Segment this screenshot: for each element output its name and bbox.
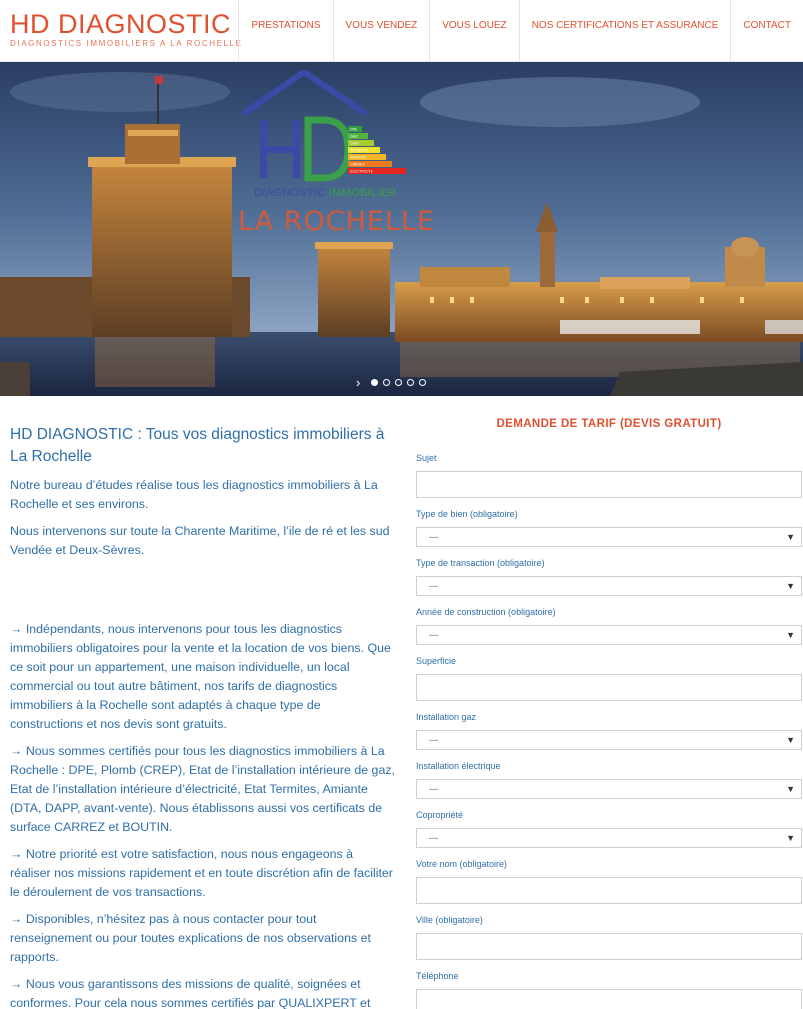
field-label: Année de construction (obligatoire) bbox=[416, 607, 556, 617]
site-header: HD DIAGNOSTIC DIAGNOSTICS IMMOBILIERS A … bbox=[0, 0, 803, 62]
nav-item-vous-louez[interactable]: VOUS LOUEZ bbox=[429, 0, 518, 62]
nav-item-prestations[interactable]: PRESTATIONS bbox=[238, 0, 332, 62]
slider-dot[interactable] bbox=[395, 379, 403, 386]
field-type-bien: Type de bien (obligatoire) --- ▼ bbox=[416, 509, 802, 558]
select-value: --- bbox=[429, 833, 438, 843]
chevron-down-icon: ▼ bbox=[786, 532, 795, 542]
field-label: Copropriété bbox=[416, 810, 464, 820]
slider-next-icon[interactable]: › bbox=[356, 375, 360, 390]
page-heading: HD DIAGNOSTIC : Tous vos diagnostics imm… bbox=[10, 426, 385, 465]
field-label: Votre nom (obligatoire) bbox=[416, 859, 508, 869]
brand-title: HD DIAGNOSTIC bbox=[10, 9, 232, 39]
field-label: Type de transaction (obligatoire) bbox=[416, 558, 545, 568]
superficie-input[interactable] bbox=[416, 674, 802, 701]
field-installation-gaz: Installation gaz --- ▼ bbox=[416, 712, 802, 761]
field-label: Sujet bbox=[416, 453, 437, 463]
field-label: Installation électrique bbox=[416, 761, 501, 771]
field-label: Type de bien (obligatoire) bbox=[416, 509, 518, 519]
field-superficie: Superficie bbox=[416, 656, 802, 712]
slider-dot[interactable] bbox=[419, 379, 427, 386]
energy-label: AMIANTE bbox=[350, 156, 367, 160]
house-logo-icon: DPE GAZ CREP TERMITES AMIANTE CARREZ ELECTRICI… bbox=[241, 70, 406, 182]
form-title: DEMANDE DE TARIF (DEVIS GRATUIT) bbox=[496, 418, 722, 430]
hd-diagnostic-logo: DPE GAZ CREP TERMITES AMIANTE CARREZ ELECTRICI… bbox=[238, 70, 434, 240]
field-telephone: Téléphone bbox=[416, 971, 802, 1009]
logo-diag-word: DIAGNOSTIC bbox=[254, 187, 326, 199]
type-transaction-select[interactable]: --- ▼ bbox=[416, 576, 802, 596]
sujet-input[interactable] bbox=[416, 471, 802, 498]
tower-chaine bbox=[318, 242, 390, 337]
feature-paragraph: → Disponibles, n’hésitez pas à nous cont… bbox=[10, 912, 371, 964]
select-value: --- bbox=[429, 784, 438, 794]
logo-diagnostic-text: DIAGNOSTIC IMMOBILIER bbox=[254, 187, 397, 199]
installation-electrique-select[interactable]: --- ▼ bbox=[416, 779, 802, 799]
main-nav: PRESTATIONS VOUS VENDEZ VOUS LOUEZ NOS C… bbox=[238, 0, 803, 62]
nav-item-certifications[interactable]: NOS CERTIFICATIONS ET ASSURANCE bbox=[518, 0, 731, 62]
field-installation-electrique: Installation électrique --- ▼ bbox=[416, 761, 802, 810]
feature-paragraph: → Nous sommes certifiés pour tous les di… bbox=[10, 744, 395, 834]
type-bien-select[interactable]: --- ▼ bbox=[416, 527, 802, 547]
ville-input[interactable] bbox=[416, 933, 802, 960]
tower-saint-nicolas bbox=[92, 157, 232, 337]
telephone-input[interactable] bbox=[416, 989, 802, 1009]
energy-label: CARREZ bbox=[350, 163, 365, 167]
chevron-down-icon: ▼ bbox=[786, 735, 795, 745]
energy-label: ELECTRICITE bbox=[350, 170, 374, 174]
nav-item-vous-vendez[interactable]: VOUS VENDEZ bbox=[332, 0, 430, 62]
annee-construction-select[interactable]: --- ▼ bbox=[416, 625, 802, 645]
select-value: --- bbox=[429, 735, 438, 745]
chevron-down-icon: ▼ bbox=[786, 630, 795, 640]
field-label: Ville (obligatoire) bbox=[416, 915, 483, 925]
copropriete-select[interactable]: --- ▼ bbox=[416, 828, 802, 848]
field-type-transaction: Type de transaction (obligatoire) --- ▼ bbox=[416, 558, 802, 607]
energy-label: TERMITES bbox=[349, 149, 369, 153]
select-value: --- bbox=[429, 630, 438, 640]
chevron-down-icon: ▼ bbox=[786, 581, 795, 591]
slider-dot[interactable] bbox=[371, 379, 379, 386]
brand-logo[interactable]: HD DIAGNOSTIC DIAGNOSTICS IMMOBILIERS A … bbox=[10, 10, 243, 48]
select-value: --- bbox=[429, 581, 438, 591]
nav-item-contact[interactable]: CONTACT bbox=[730, 0, 803, 62]
chevron-down-icon: ▼ bbox=[786, 784, 795, 794]
intro-content: HD DIAGNOSTIC : Tous vos diagnostics imm… bbox=[10, 424, 395, 1009]
field-label: Téléphone bbox=[416, 971, 459, 981]
field-label: Superficie bbox=[416, 656, 457, 666]
intro-paragraph: Nous intervenons sur toute la Charente M… bbox=[10, 524, 390, 557]
slider-dot[interactable] bbox=[407, 379, 415, 386]
feature-paragraph: → Indépendants, nous intervenons pour to… bbox=[10, 622, 391, 731]
slider-dot[interactable] bbox=[383, 379, 391, 386]
intro-paragraph: Notre bureau d’études réalise tous les d… bbox=[10, 478, 378, 511]
field-sujet: Sujet bbox=[416, 453, 802, 509]
field-ville: Ville (obligatoire) bbox=[416, 915, 802, 971]
brand-subtitle: DIAGNOSTICS IMMOBILIERS A LA ROCHELLE bbox=[10, 39, 243, 48]
select-value: --- bbox=[429, 532, 438, 542]
chevron-down-icon: ▼ bbox=[786, 833, 795, 843]
nom-input[interactable] bbox=[416, 877, 802, 904]
field-annee-construction: Année de construction (obligatoire) --- ▼ bbox=[416, 607, 802, 656]
energy-label: CREP bbox=[350, 142, 360, 146]
slider-pagination: › bbox=[356, 375, 427, 390]
field-nom: Votre nom (obligatoire) bbox=[416, 859, 802, 915]
logo-city: LA ROCHELLE bbox=[238, 206, 436, 237]
quote-request-form: DEMANDE DE TARIF (DEVIS GRATUIT) Sujet T… bbox=[416, 418, 802, 1009]
energy-label: DPE bbox=[350, 128, 358, 132]
logo-imm-word: IMMOBILIER bbox=[328, 187, 397, 199]
hero-slider: DPE GAZ CREP TERMITES AMIANTE CARREZ ELECTRICI… bbox=[0, 62, 803, 396]
feature-paragraph: → Nous vous garantissons des missions de… bbox=[10, 977, 371, 1009]
field-label: Installation gaz bbox=[416, 712, 477, 722]
energy-label: GAZ bbox=[350, 135, 358, 139]
installation-gaz-select[interactable]: --- ▼ bbox=[416, 730, 802, 750]
feature-paragraph: → Notre priorité est votre satisfaction,… bbox=[10, 847, 393, 899]
field-copropriete: Copropriété --- ▼ bbox=[416, 810, 802, 859]
